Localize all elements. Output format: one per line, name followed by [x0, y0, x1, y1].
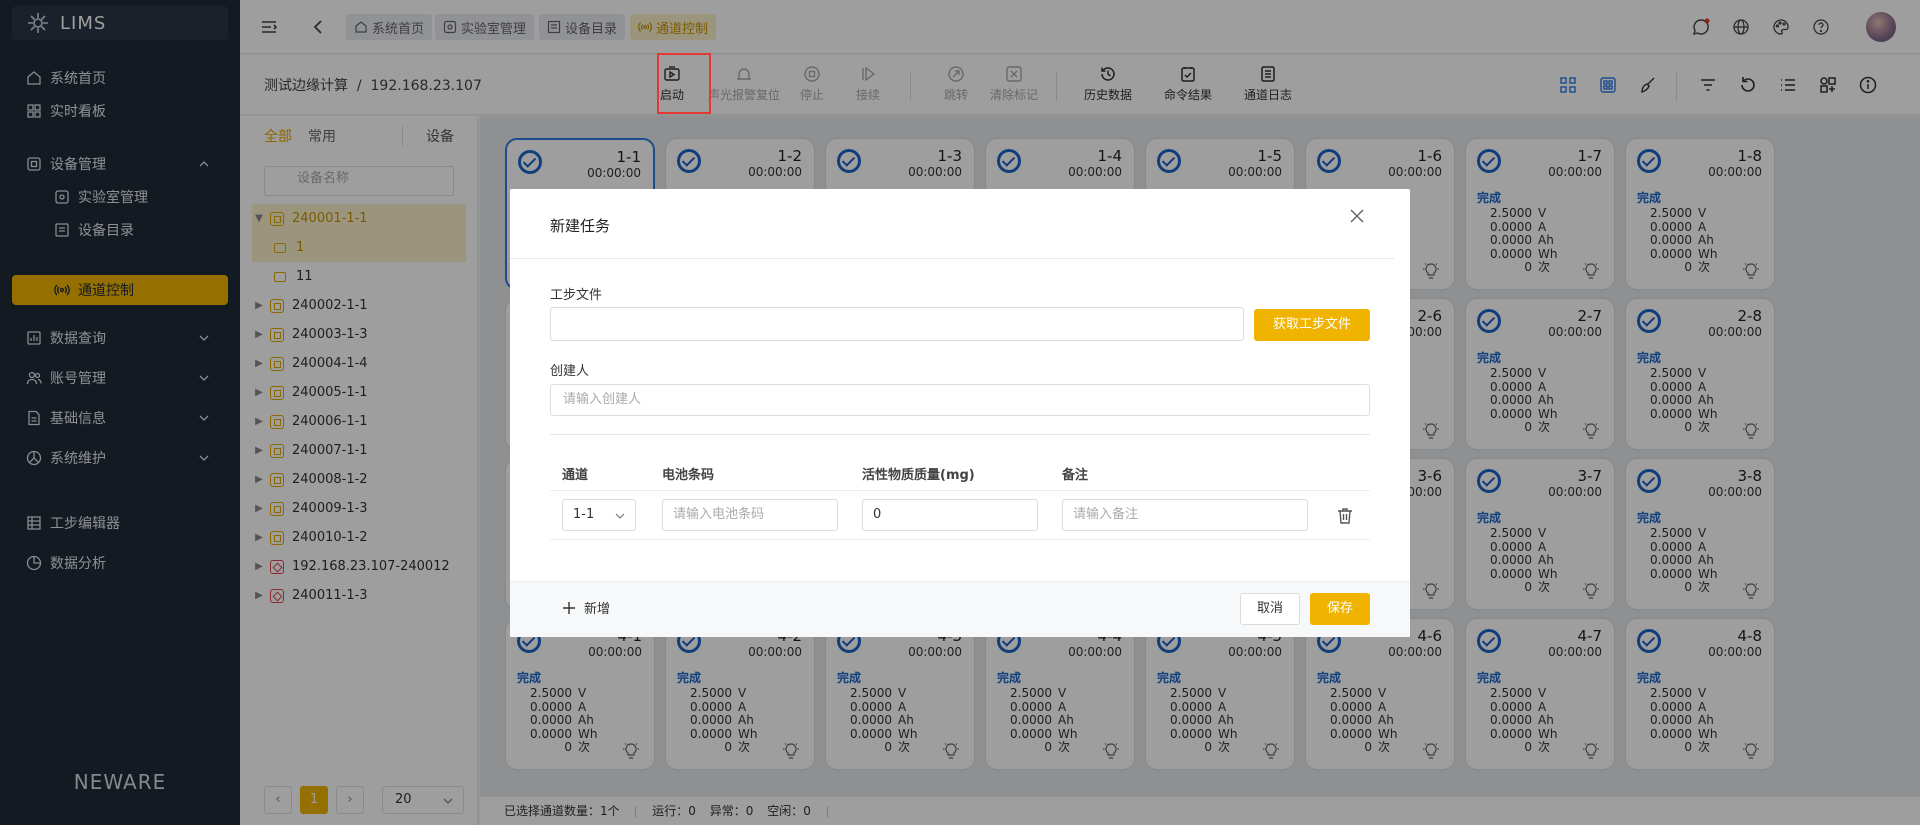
mass-input[interactable]: 0	[862, 499, 1038, 531]
chevron-down-icon	[615, 513, 625, 519]
remark-input[interactable]: 请输入备注	[1062, 499, 1308, 531]
add-row-button[interactable]: 新增	[562, 598, 610, 617]
get-step-file-button[interactable]: 获取工步文件	[1254, 309, 1370, 341]
col-header-remark: 备注	[1062, 468, 1089, 483]
creator-placeholder: 请输入创建人	[563, 392, 642, 407]
close-icon[interactable]	[1348, 207, 1366, 225]
dialog-header: 新建任务	[510, 189, 1394, 259]
channel-select[interactable]: 1-1	[562, 499, 636, 531]
col-header-barcode: 电池条码	[662, 468, 715, 483]
creator-label: 创建人	[550, 364, 590, 379]
step-file-label: 工步文件	[550, 288, 603, 303]
col-header-mass: 活性物质质量(mg)	[862, 468, 975, 483]
dialog-title: 新建任务	[550, 217, 611, 235]
mass-value: 0	[873, 507, 882, 522]
table-header-border	[550, 490, 1370, 491]
table-row-border	[550, 539, 1370, 540]
add-label: 新增	[584, 602, 611, 617]
barcode-placeholder: 请输入电池条码	[673, 507, 765, 522]
start-button-highlight	[657, 53, 711, 114]
save-button[interactable]: 保存	[1310, 593, 1370, 625]
new-task-dialog: 新建任务 工步文件 获取工步文件 创建人 请输入创建人 通道 电池条码 活性物质…	[510, 189, 1410, 637]
remark-placeholder: 请输入备注	[1073, 507, 1139, 522]
step-file-input[interactable]	[550, 307, 1244, 341]
cancel-button[interactable]: 取消	[1240, 593, 1300, 625]
divider	[550, 434, 1370, 435]
barcode-input[interactable]: 请输入电池条码	[662, 499, 838, 531]
col-header-channel: 通道	[562, 468, 589, 483]
delete-icon[interactable]	[1336, 507, 1354, 525]
dialog-footer: 新增 取消 保存	[510, 581, 1410, 637]
creator-input[interactable]: 请输入创建人	[550, 384, 1370, 416]
plus-icon	[563, 601, 575, 614]
channel-value: 1-1	[573, 507, 595, 522]
